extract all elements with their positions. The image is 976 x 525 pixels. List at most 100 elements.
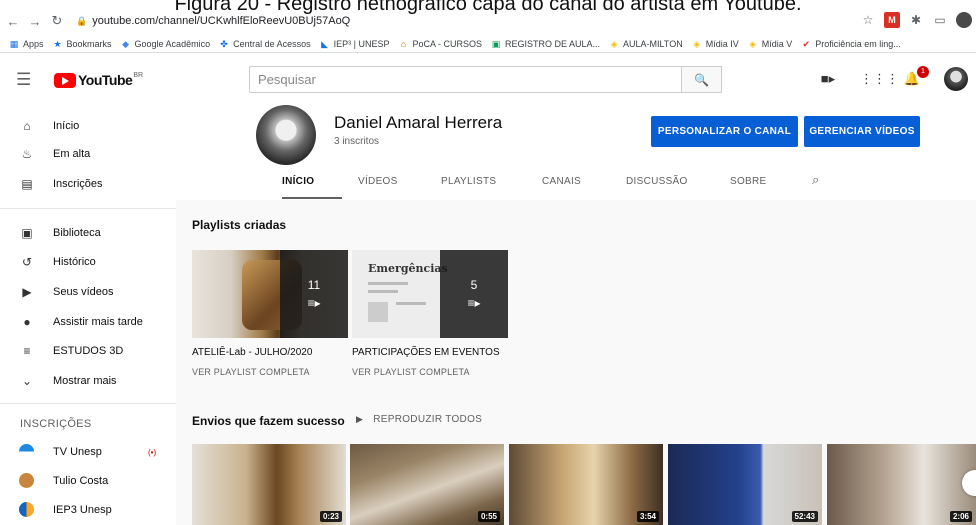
video-thumbnail[interactable]: 3:54 — [509, 444, 663, 525]
playlist-overlay: 5 ≡▸ — [440, 250, 508, 338]
watch-later-icon: ● — [23, 315, 31, 329]
popular-section-title: Envios que fazem sucesso — [192, 414, 345, 428]
sidebar-item-trending[interactable]: ♨ Em alta — [0, 140, 176, 168]
bookmarks-bar: ▦ Apps ★ Bookmarks ◆ Google Acadêmico ✤ Cent… — [0, 35, 976, 53]
sidebar-sub-iep3-unesp[interactable]: IEP3 Unesp — [0, 496, 176, 524]
sidebar-divider — [0, 403, 176, 404]
playlist-title[interactable]: ATELIÊ-Lab - JULHO/2020 — [192, 347, 348, 358]
playlist-icon: ≡▸ — [467, 296, 481, 310]
youtube-logo[interactable]: YouTube BR — [54, 72, 143, 88]
bookmark-item[interactable]: ✔ Proficiência em ling... — [801, 38, 900, 49]
tab-videos[interactable]: VÍDEOS — [358, 176, 398, 187]
channel-avatar[interactable] — [256, 105, 316, 165]
playlist-title[interactable]: PARTICIPAÇÕES EM EVENTOS — [352, 347, 508, 358]
bookmark-item[interactable]: ◈ AULA-MILTON — [609, 39, 683, 49]
sidebar-item-history[interactable]: ↺ Histórico — [0, 248, 176, 276]
bookmark-item[interactable]: ◈ Mídia IV — [692, 38, 738, 49]
sidebar-item-library[interactable]: ▣ Biblioteca — [0, 219, 176, 247]
menu-icon[interactable]: ☰ — [16, 70, 38, 90]
sidebar-item-show-more[interactable]: ⌄ Mostrar mais — [0, 367, 176, 395]
your-videos-icon: ▶ — [22, 285, 32, 299]
sidebar-item-subscriptions[interactable]: ▤ Inscrições — [0, 170, 176, 198]
lock-icon: 🔒 — [76, 15, 88, 26]
youtube-header: ☰ YouTube BR Pesquisar 🔍 ■▸ ⋮⋮⋮ 🔔 1 — [0, 60, 976, 100]
search-icon: 🔍 — [694, 72, 709, 87]
thumbnail-line — [396, 302, 426, 305]
sidebar-sub-tv-unesp[interactable]: TV Unesp (•) — [0, 438, 176, 466]
link-icon: ◣ — [321, 38, 329, 49]
address-bar[interactable]: 🔒 youtube.com/channel/UCKwhlfEloReevU0BU… — [76, 15, 350, 27]
play-all-button[interactable]: ▶ REPRODUZIR TODOS — [356, 414, 482, 425]
chevron-down-icon: ⌄ — [21, 374, 33, 388]
tab-discussion[interactable]: DISCUSSÃO — [626, 176, 688, 187]
bookmark-item[interactable]: ✤ Central de Acessos — [219, 38, 310, 49]
playlist-overlay: 11 ≡▸ — [280, 250, 348, 338]
notification-badge: 1 — [917, 66, 929, 78]
channel-tabs: INÍCIO VÍDEOS PLAYLISTS CANAIS DISCUSSÃO… — [176, 168, 976, 200]
sidebar-item-your-videos[interactable]: ▶ Seus vídeos — [0, 278, 176, 306]
link-icon: ✤ — [220, 38, 228, 49]
bookmark-item[interactable]: ▣ REGISTRO DE AULA... — [491, 39, 600, 49]
sidebar-divider — [0, 208, 176, 209]
flame-icon: ♨ — [21, 147, 33, 161]
live-icon: (•) — [148, 447, 157, 457]
bookmark-item[interactable]: ⌂ PoCA - CURSOS — [398, 39, 482, 49]
search-input[interactable]: Pesquisar — [249, 66, 682, 93]
channel-header: Daniel Amaral Herrera 3 inscritos PERSON… — [176, 100, 976, 200]
view-full-playlist-link[interactable]: VER PLAYLIST COMPLETA — [192, 367, 348, 377]
sidebar-item-home[interactable]: ⌂ Início — [0, 112, 176, 140]
apps-grid-icon: ▦ — [9, 38, 19, 49]
thumbnail-title-text: Emergências — [368, 262, 448, 275]
figure-caption: Figura 20 - Registro netnográfico capa d… — [174, 0, 802, 15]
bookmark-item[interactable]: ◣ IEP³ | UNESP — [320, 38, 389, 49]
tab-about[interactable]: SOBRE — [730, 176, 767, 187]
video-duration: 52:43 — [791, 511, 818, 522]
manage-videos-button[interactable]: GERENCIAR VÍDEOS — [804, 116, 920, 147]
channel-avatar — [19, 473, 34, 488]
drive-icon: ◈ — [610, 38, 618, 49]
tab-playlists[interactable]: PLAYLISTS — [441, 176, 496, 187]
video-duration: 0:23 — [319, 511, 342, 522]
tab-home[interactable]: INÍCIO — [282, 176, 314, 187]
channel-search-icon[interactable]: ⌕ — [812, 172, 819, 188]
sidebar-sub-tulio-costa[interactable]: Tulio Costa — [0, 467, 176, 495]
channel-main: Daniel Amaral Herrera 3 inscritos PERSON… — [176, 100, 976, 525]
check-icon: ✔ — [802, 38, 811, 49]
sidebar-item-playlist[interactable]: ≡ ESTUDOS 3D — [0, 337, 176, 365]
playlist-thumbnail[interactable]: 11 ≡▸ — [192, 250, 348, 338]
sidebar-item-watch-later[interactable]: ● Assistir mais tarde — [0, 308, 176, 336]
drive-icon: ◈ — [749, 38, 757, 49]
video-thumbnail[interactable]: 0:23 — [192, 444, 346, 525]
sidebar: ⌂ Início ♨ Em alta ▤ Inscrições ▣ Biblioteca… — [0, 108, 176, 525]
sheet-icon: ▣ — [491, 38, 501, 49]
youtube-play-icon — [54, 72, 76, 88]
playlist-card[interactable]: 11 ≡▸ ATELIÊ-Lab - JULHO/2020 VER PLAYLI… — [192, 250, 348, 377]
create-video-icon[interactable]: ■▸ — [818, 68, 838, 90]
bookmark-item[interactable]: ◆ Google Acadêmico — [121, 39, 210, 49]
playlist-icon: ≡▸ — [307, 296, 321, 310]
bookmark-item[interactable]: ★ Bookmarks — [53, 39, 111, 49]
video-thumbnail[interactable]: 52:43 — [668, 444, 822, 525]
sidebar-section-title: INSCRIÇÕES — [20, 418, 92, 430]
playlist-card[interactable]: Emergências 5 ≡▸ PARTICIPAÇÕES EM EVENTO… — [352, 250, 508, 377]
customize-channel-button[interactable]: PERSONALIZAR O CANAL — [651, 116, 798, 147]
video-thumbnail[interactable]: 0:55 — [350, 444, 504, 525]
scroll-next-button[interactable] — [962, 470, 976, 496]
view-full-playlist-link[interactable]: VER PLAYLIST COMPLETA — [352, 367, 508, 377]
account-avatar[interactable] — [944, 67, 968, 91]
video-thumbnail[interactable]: 2:06 — [827, 444, 976, 525]
playlists-section-title: Playlists criadas — [192, 218, 287, 232]
channel-avatar — [19, 444, 34, 459]
thumbnail-line — [368, 290, 398, 293]
playlist-thumbnail[interactable]: Emergências 5 ≡▸ — [352, 250, 508, 338]
tab-channels[interactable]: CANAIS — [542, 176, 581, 187]
playlist-icon: ≡ — [23, 344, 31, 358]
search-button[interactable]: 🔍 — [682, 66, 722, 93]
bookmark-apps[interactable]: ▦ Apps — [9, 39, 44, 49]
notifications-bell-icon[interactable]: 🔔 1 — [902, 66, 929, 90]
thumbnail-line — [368, 282, 408, 285]
history-icon: ↺ — [21, 255, 33, 269]
bookmark-item[interactable]: ◈ Mídia V — [748, 38, 792, 49]
apps-grid-icon[interactable]: ⋮⋮⋮ — [860, 68, 899, 90]
drive-icon: ◈ — [693, 38, 701, 49]
